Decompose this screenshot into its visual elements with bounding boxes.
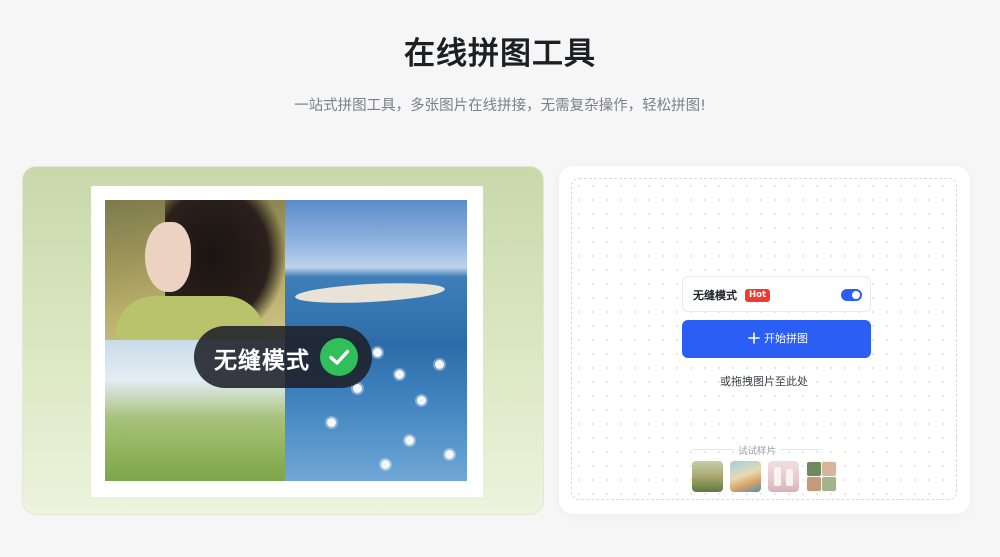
plus-icon	[748, 332, 760, 344]
page-subtitle: 一站式拼图工具，多张图片在线拼接，无需复杂操作，轻松拼图!	[294, 98, 706, 114]
seamless-mode-option: 无缝模式 Hot	[682, 276, 871, 312]
seamless-mode-badge: 无缝模式	[194, 326, 372, 388]
badge-label: 无缝模式	[214, 348, 310, 374]
start-collage-button[interactable]: 开始拼图	[682, 320, 871, 358]
sample-thumbnail[interactable]	[730, 461, 761, 492]
collage-tile-seaside	[285, 200, 467, 340]
hot-badge: Hot	[745, 289, 771, 302]
seamless-mode-toggle[interactable]	[841, 289, 862, 301]
collage-tile-portrait	[105, 200, 295, 356]
samples-title: 试试样片	[737, 446, 776, 457]
drag-hint: 或拖拽图片至此处	[720, 375, 808, 388]
page: 在线拼图工具 一站式拼图工具，多张图片在线拼接，无需复杂操作，轻松拼图! 无缝模…	[0, 0, 1000, 557]
seamless-mode-label: 无缝模式	[693, 289, 737, 302]
sample-thumbnail[interactable]	[806, 461, 837, 492]
page-title: 在线拼图工具	[404, 36, 596, 72]
divider	[780, 449, 822, 450]
demo-frame: 无缝模式	[91, 186, 483, 497]
upload-card: 无缝模式 Hot 开始拼图 或拖拽图片至此处 试试样片	[559, 166, 970, 514]
toggle-knob	[852, 291, 860, 299]
sample-thumbnail[interactable]	[768, 461, 799, 492]
seamless-demo-card: 无缝模式	[22, 166, 544, 515]
check-icon	[320, 338, 358, 376]
upload-drop-zone[interactable]: 无缝模式 Hot 开始拼图 或拖拽图片至此处 试试样片	[571, 178, 957, 500]
start-collage-label: 开始拼图	[764, 332, 808, 345]
sample-thumbnail[interactable]	[692, 461, 723, 492]
